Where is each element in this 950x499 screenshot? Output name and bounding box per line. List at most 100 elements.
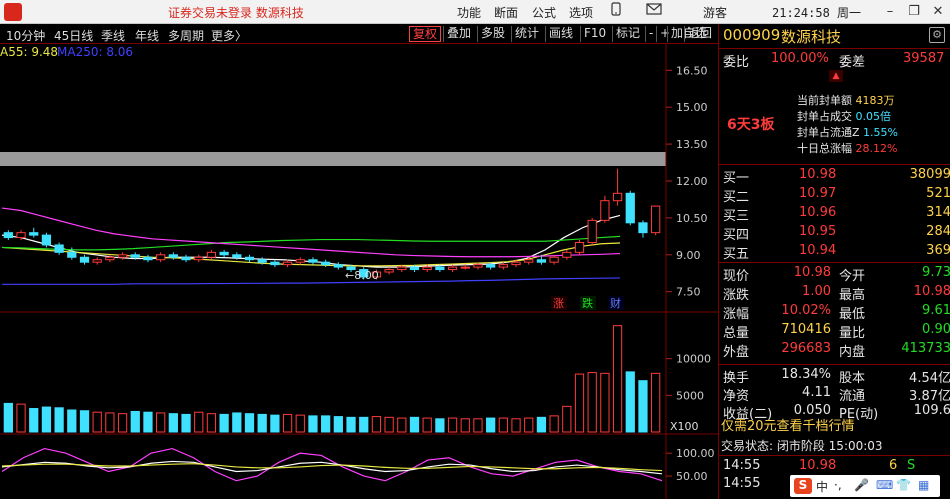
volume-bar [574, 373, 585, 433]
volume-bar [92, 411, 102, 433]
bid-price: 10.98 [799, 167, 837, 182]
settings-gear-icon[interactable]: ⚙ [929, 27, 945, 43]
period-multi[interactable]: 多周期 [168, 27, 204, 44]
zoom-out-button[interactable]: - [645, 26, 656, 42]
volume-bar [206, 413, 217, 433]
volume-bar [612, 325, 623, 433]
event-tags: 涨 跌 财 [551, 296, 624, 310]
event-tag-fall[interactable]: 跌 [582, 296, 593, 310]
kline-svg[interactable]: 16.50 15.00 13.50 12.00 10.50 9.00 7.50 10000 5… [0, 44, 718, 499]
bid-row[interactable]: 买二 10.97 521 [719, 185, 950, 205]
volume-bar [562, 405, 572, 433]
weicha-value: 39587 [903, 51, 945, 66]
phone-icon[interactable] [606, 2, 626, 22]
quote-label: 量比 [839, 326, 866, 341]
fundamental-row: 净资 4.11 流通 3.87亿 [719, 384, 950, 404]
f10-button[interactable]: F10 [580, 26, 609, 42]
seal-row: 封单占成交 0.05倍 [797, 108, 891, 124]
adjust-button[interactable]: 复权 [409, 26, 442, 42]
restore-icon[interactable]: ❐ [904, 2, 924, 22]
low-price-marker: ←8.00 [345, 269, 379, 282]
event-tag-rise[interactable]: 涨 [553, 297, 564, 310]
volume-bar [384, 416, 394, 433]
fund-value: 18.34% [781, 367, 831, 382]
collapse-arrow-icon[interactable]: ▲ [829, 70, 843, 82]
volume-bar [435, 418, 445, 433]
draw-line-button[interactable]: 画线 [545, 26, 576, 42]
volume-bar [536, 416, 547, 433]
chart-toolbar: 10分钟 45日线 季线 年线 多周期 更多〉 复权 叠加 多股 统计 画线 F… [0, 24, 718, 44]
keyboard-icon[interactable]: ⌨ [876, 478, 893, 492]
mail-icon[interactable] [644, 2, 664, 22]
quote-row: 涨幅 10.02% 最低 9.61 [719, 302, 950, 322]
candle-body [384, 269, 394, 273]
seal-value: 1.55% [863, 126, 898, 139]
menu-function[interactable]: 功能 [457, 4, 481, 21]
fund-value: 0.050 [793, 403, 831, 418]
bid-row[interactable]: 买四 10.95 284 [719, 223, 950, 243]
tick-price: 10.98 [799, 458, 837, 473]
grid-icon[interactable]: ▦ [918, 478, 929, 492]
bid-label: 买二 [723, 190, 750, 205]
user-label[interactable]: 游客 [703, 4, 727, 21]
candle-body [625, 192, 635, 224]
quote-value: 1.00 [802, 284, 831, 299]
candle-body [67, 251, 77, 258]
close-icon[interactable]: ✕ [928, 2, 948, 22]
seal-value: 4183万 [855, 94, 895, 107]
price-axis: 16.50 15.00 13.50 12.00 10.50 9.00 7.50 [666, 64, 708, 299]
bid-price: 10.97 [799, 186, 837, 201]
volume-bar [447, 417, 458, 433]
period-10min[interactable]: 10分钟 [6, 27, 45, 44]
candle-body [536, 259, 547, 263]
fund-value: 4.11 [802, 385, 831, 400]
minimize-icon[interactable]: – [880, 2, 900, 22]
indicator-tick-label: 50.00 [676, 470, 708, 483]
quote-panel: 000909 数源科技 ⚙ 委比 100.00% 委差 39587 ▲ 当前封单… [718, 24, 950, 499]
multi-stock-button[interactable]: 多股 [477, 26, 508, 42]
volume-bar [54, 407, 64, 433]
trade-state: 交易状态: 闭市阶段 15:00:03 [721, 439, 883, 453]
sogou-icon[interactable]: S [794, 478, 812, 494]
candle-body [156, 254, 166, 261]
ime-punct[interactable]: ·, [834, 478, 842, 492]
quote-value: 9.73 [922, 265, 950, 280]
quote-label: 现价 [723, 269, 750, 284]
bid-label: 买四 [723, 228, 750, 243]
mark-button[interactable]: 标记 [612, 26, 643, 42]
bid-row[interactable]: 买一 10.98 38099 [719, 166, 950, 186]
indicator-line [1, 460, 663, 475]
menu-section[interactable]: 断面 [494, 4, 518, 21]
candle-body [651, 205, 661, 234]
stats-button[interactable]: 统计 [511, 26, 542, 42]
seal-row: 当前封单额 4183万 [797, 92, 895, 108]
ime-toolbar[interactable]: S 中 ·, 🎤 ⌨ 👕 ▦ [790, 475, 940, 497]
volume-bar [232, 412, 242, 433]
menu-options[interactable]: 选项 [569, 4, 593, 21]
tick-time: 14:55 [723, 458, 761, 473]
period-year[interactable]: 年线 [135, 27, 159, 44]
quote-label: 最高 [839, 288, 866, 303]
period-45day[interactable]: 45日线 [54, 27, 93, 44]
shirt-icon[interactable]: 👕 [896, 478, 911, 492]
tick-time: 14:55 [723, 476, 761, 491]
period-more[interactable]: 更多〉 [211, 27, 247, 44]
back-button[interactable]: 返回 [684, 26, 715, 42]
ime-mode[interactable]: 中 [816, 478, 828, 495]
candle-body [549, 256, 559, 263]
volume-bar [79, 410, 90, 433]
bid-row[interactable]: 买五 10.94 369 [719, 242, 950, 262]
bid-row[interactable]: 买三 10.96 314 [719, 204, 950, 224]
candle-body [422, 266, 432, 271]
candle-body [612, 192, 623, 202]
overlay-button[interactable]: 叠加 [443, 26, 474, 42]
volume-tick-label: 5000 [676, 389, 704, 402]
period-quarter[interactable]: 季线 [101, 27, 125, 44]
price-tick-label: 7.50 [676, 286, 701, 299]
promo-banner[interactable]: 仅需20元查看千档行情 [719, 417, 950, 437]
menu-formula[interactable]: 公式 [532, 4, 556, 21]
kline-chart[interactable]: 16.50 15.00 13.50 12.00 10.50 9.00 7.50 10000 5… [0, 44, 718, 499]
event-tag-finance[interactable]: 财 [610, 296, 621, 310]
app-title: 证券交易未登录 数源科技 [168, 6, 304, 20]
mic-icon[interactable]: 🎤 [854, 478, 869, 492]
